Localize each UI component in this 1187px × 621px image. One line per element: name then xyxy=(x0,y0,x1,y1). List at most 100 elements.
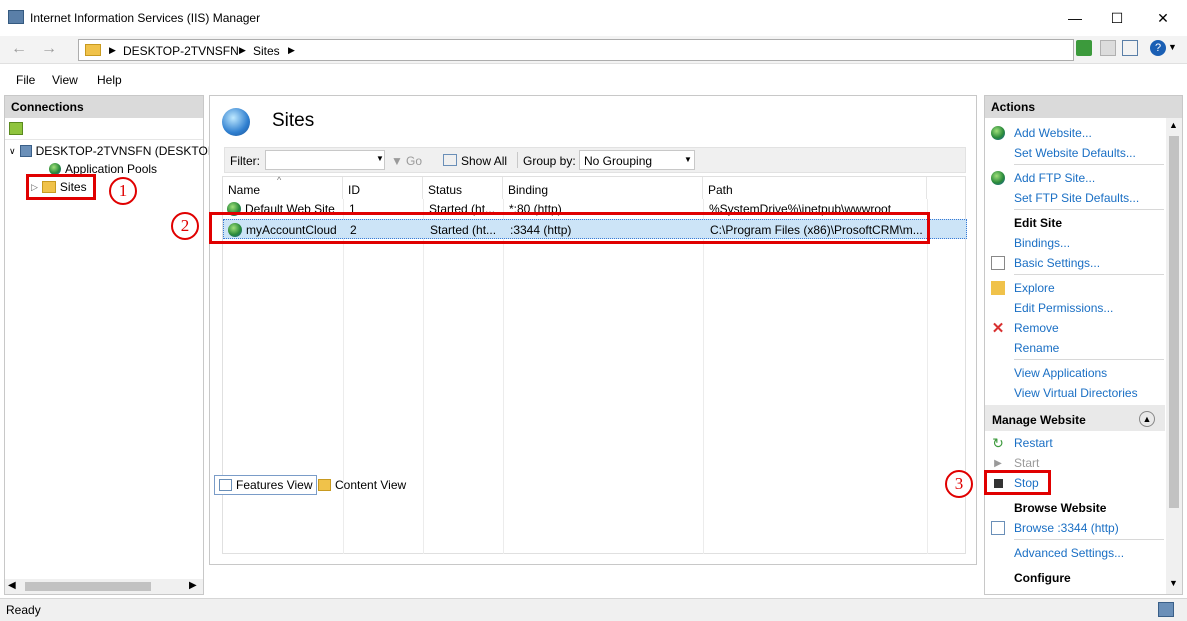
configure-heading: Configure xyxy=(1014,571,1071,585)
edit-site-heading: Edit Site xyxy=(1014,216,1063,230)
connect-icon[interactable] xyxy=(9,122,23,135)
actions-panel: Actions Add Website... Set Website Defau… xyxy=(984,95,1183,595)
collapse-section-icon[interactable]: ▲ xyxy=(1139,411,1155,427)
action-browse[interactable]: Browse :3344 (http) xyxy=(1014,521,1119,535)
filter-dropdown-icon[interactable]: ▼ xyxy=(376,154,384,163)
action-add-ftp-site[interactable]: Add FTP Site... xyxy=(1014,171,1095,185)
scroll-down-icon[interactable]: ▼ xyxy=(1169,578,1178,588)
basic-settings-icon xyxy=(991,256,1005,270)
start-icon: ▶ xyxy=(994,457,1002,469)
browse-website-heading: Browse Website xyxy=(1014,501,1107,515)
column-header-binding[interactable]: Binding xyxy=(503,177,703,199)
content-view-icon xyxy=(318,479,331,491)
group-by-value: No Grouping xyxy=(584,154,653,168)
column-divider xyxy=(503,199,504,554)
scroll-up-icon[interactable]: ▲ xyxy=(1169,120,1178,130)
menu-view[interactable]: View xyxy=(52,73,78,87)
action-view-virtual-directories[interactable]: View Virtual Directories xyxy=(1014,386,1138,400)
connections-header: Connections xyxy=(5,96,203,118)
column-header-path[interactable]: Path xyxy=(703,177,927,199)
explore-icon xyxy=(991,281,1005,295)
actions-divider xyxy=(1014,274,1164,275)
scroll-thumb[interactable] xyxy=(1169,136,1179,508)
show-all-icon xyxy=(443,154,457,166)
remove-icon: ✕ xyxy=(991,320,1005,337)
tab-features-view[interactable]: Features View xyxy=(214,475,318,495)
column-header-name[interactable]: Name ^ xyxy=(223,175,343,199)
breadcrumb-sites[interactable]: Sites xyxy=(253,44,280,58)
breadcrumb-server[interactable]: DESKTOP-2TVNSFN xyxy=(123,44,239,58)
iis-app-icon xyxy=(8,10,24,24)
action-rename[interactable]: Rename xyxy=(1014,341,1059,355)
action-set-ftp-defaults[interactable]: Set FTP Site Defaults... xyxy=(1014,191,1139,205)
address-bar[interactable]: ▶ DESKTOP-2TVNSFN ▶ Sites ▶ xyxy=(78,39,1074,61)
action-restart[interactable]: Restart xyxy=(1014,436,1053,450)
column-divider xyxy=(423,199,424,554)
forward-button[interactable]: → xyxy=(36,38,62,60)
breadcrumb-separator-icon: ▶ xyxy=(109,45,116,55)
column-header-status[interactable]: Status xyxy=(423,177,503,199)
column-header-id[interactable]: ID xyxy=(343,177,423,199)
actions-divider xyxy=(1014,539,1164,540)
filter-input[interactable]: ▼ xyxy=(265,150,385,170)
address-row: ← → ▶ DESKTOP-2TVNSFN ▶ Sites ▶ ? ▼ xyxy=(0,36,1187,64)
tab-content-view[interactable]: Content View xyxy=(314,475,410,495)
back-button[interactable]: ← xyxy=(6,38,32,60)
column-divider xyxy=(927,199,928,554)
action-bindings[interactable]: Bindings... xyxy=(1014,236,1070,250)
tree-server-label: DESKTOP-2TVNSFN (DESKTOP xyxy=(35,144,216,158)
close-button[interactable]: ✕ xyxy=(1140,0,1186,36)
action-basic-settings[interactable]: Basic Settings... xyxy=(1014,256,1100,270)
refresh-icon[interactable] xyxy=(1076,40,1092,56)
minimize-button[interactable]: — xyxy=(1052,0,1098,36)
tab-features-label: Features View xyxy=(236,478,313,492)
tree-server[interactable]: ∨ DESKTOP-2TVNSFN (DESKTOP xyxy=(9,144,216,158)
action-view-applications[interactable]: View Applications xyxy=(1014,366,1107,380)
help-dropdown-icon[interactable]: ▼ xyxy=(1168,42,1177,52)
collapse-icon[interactable]: ∨ xyxy=(9,146,16,157)
scroll-left-icon[interactable]: ◀ xyxy=(8,580,16,591)
menu-help[interactable]: Help xyxy=(97,73,122,87)
connections-toolbar xyxy=(5,118,203,140)
action-explore[interactable]: Explore xyxy=(1014,281,1055,295)
maximize-button[interactable]: ☐ xyxy=(1094,0,1140,36)
actions-vertical-scrollbar[interactable]: ▲ ▼ xyxy=(1166,118,1182,594)
features-view-icon xyxy=(219,479,232,491)
scroll-right-icon[interactable]: ▶ xyxy=(189,580,197,591)
go-icon: ▼ xyxy=(391,154,403,168)
connections-horizontal-scrollbar[interactable]: ◀ ▶ xyxy=(5,579,203,594)
action-remove[interactable]: Remove xyxy=(1014,321,1059,335)
action-set-website-defaults[interactable]: Set Website Defaults... xyxy=(1014,146,1136,160)
help-icon[interactable]: ? xyxy=(1150,40,1166,56)
sort-ascending-icon: ^ xyxy=(277,175,282,185)
manage-website-heading: Manage Website xyxy=(992,413,1086,427)
filter-toolbar: Filter: ▼ ▼ Go Show All Group by: No Gro… xyxy=(224,147,966,173)
group-by-label: Group by: xyxy=(523,154,576,168)
column-divider xyxy=(703,199,704,554)
action-advanced-settings[interactable]: Advanced Settings... xyxy=(1014,546,1124,560)
action-edit-permissions[interactable]: Edit Permissions... xyxy=(1014,301,1113,315)
group-by-select[interactable]: No Grouping ▼ xyxy=(579,150,695,170)
sites-header-icon xyxy=(222,108,250,136)
server-icon xyxy=(19,145,32,157)
add-website-icon xyxy=(991,126,1005,140)
scroll-thumb[interactable] xyxy=(25,582,151,591)
window-title: Internet Information Services (IIS) Mana… xyxy=(30,11,261,25)
actions-divider xyxy=(1014,359,1164,360)
menu-file[interactable]: File xyxy=(16,73,35,87)
home-icon[interactable] xyxy=(1122,40,1138,56)
page-title: Sites xyxy=(272,110,315,131)
breadcrumb-separator-icon: ▶ xyxy=(239,45,246,55)
connections-panel: Connections ∨ DESKTOP-2TVNSFN (DESKTOP A… xyxy=(4,95,216,595)
annotation-marker-3: 3 xyxy=(945,470,973,498)
sites-folder-icon xyxy=(85,44,101,56)
group-by-dropdown-icon[interactable]: ▼ xyxy=(684,155,692,164)
add-ftp-icon xyxy=(991,171,1005,185)
stop-icon[interactable] xyxy=(1100,40,1116,56)
show-all-button[interactable]: Show All xyxy=(461,154,507,168)
action-add-website[interactable]: Add Website... xyxy=(1014,126,1092,140)
go-button[interactable]: Go xyxy=(406,154,422,168)
actions-divider xyxy=(1014,164,1164,165)
action-start[interactable]: Start xyxy=(1014,456,1039,470)
browse-icon xyxy=(991,521,1005,535)
